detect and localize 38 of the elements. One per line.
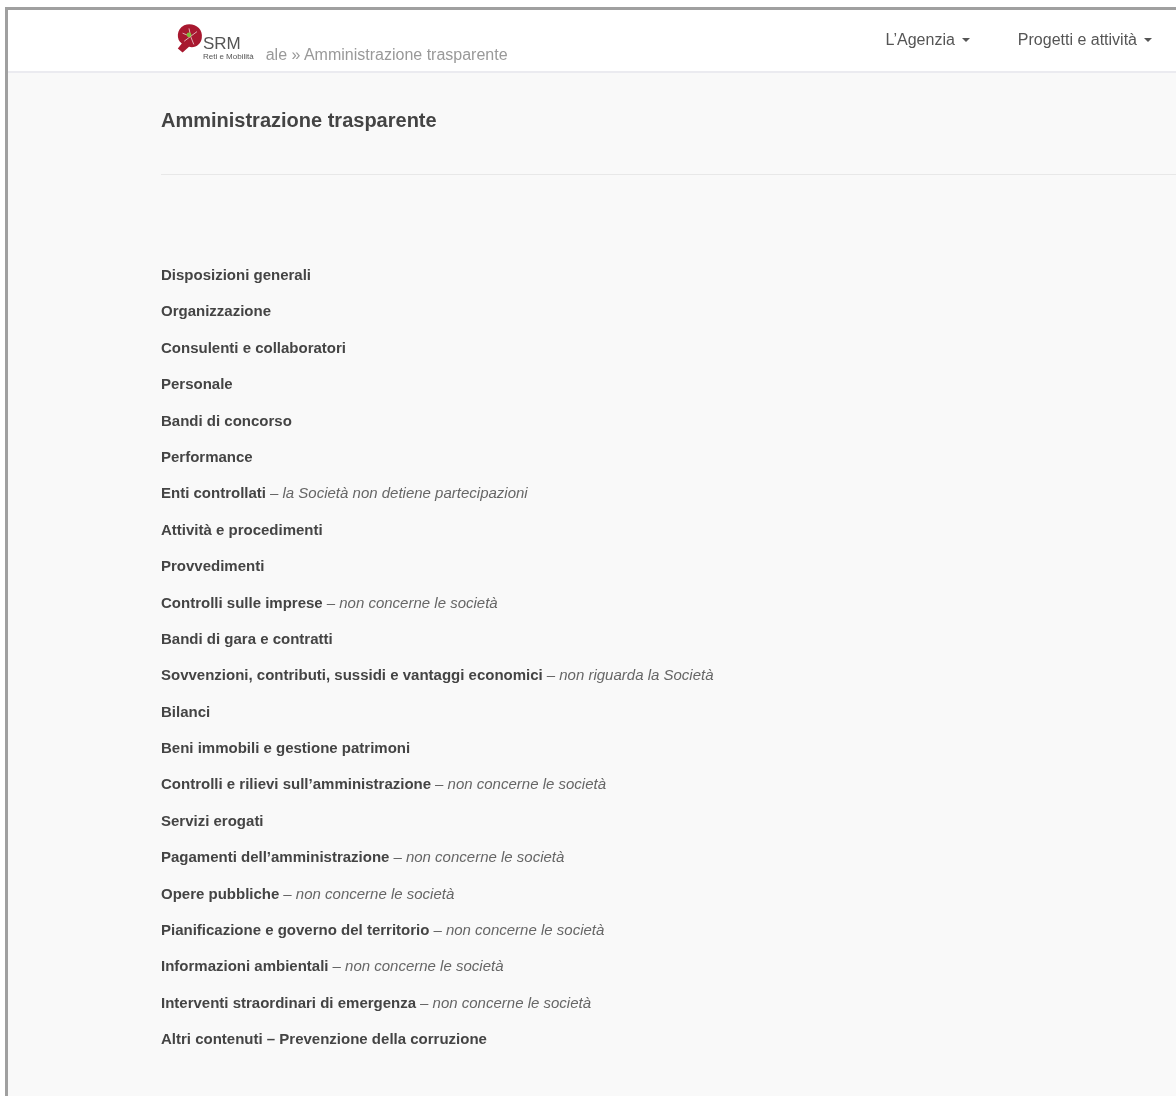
caret-icon: [961, 38, 970, 42]
section-link[interactable]: Consulenti e collaboratori: [161, 338, 347, 356]
section-link[interactable]: Interventi straordinari di emergenza: [161, 993, 417, 1011]
page-title: Amministrazione trasparente: [161, 108, 438, 133]
section-link[interactable]: Personale: [161, 375, 233, 393]
section-note: – non concerne le società: [283, 884, 455, 902]
section-link[interactable]: Pagamenti dell’amministrazione: [161, 848, 390, 866]
section-link[interactable]: Bandi di concorso: [161, 411, 292, 429]
section-link[interactable]: Enti controllati: [161, 484, 266, 502]
section-link[interactable]: Performance: [161, 447, 253, 465]
caret-icon: [1144, 38, 1152, 42]
section-link[interactable]: Opere pubbliche: [161, 884, 280, 902]
nav-menu[interactable]: L’Agenzia: [885, 30, 970, 50]
section-note: – la Società non detiene partecipazioni: [270, 484, 528, 502]
section-link[interactable]: Provvedimenti: [161, 557, 265, 575]
section-note: – non concerne le società: [420, 993, 592, 1011]
section-note: – non concerne le società: [393, 848, 565, 866]
breadcrumb: ale » Amministrazione trasparente: [265, 45, 508, 65]
logo[interactable]: SRM Reti e Mobilità: [173, 20, 254, 61]
section-link[interactable]: Pianificazione e governo del territorio: [161, 921, 430, 939]
section-link[interactable]: Bilanci: [161, 702, 211, 720]
section-link[interactable]: Informazioni ambientali: [161, 957, 329, 975]
section-link[interactable]: Beni immobili e gestione patrimoni: [161, 739, 411, 757]
section-link[interactable]: Altri contenuti – Prevenzione della corruzione: [161, 1030, 487, 1048]
section-note: – non concerne le società: [435, 775, 607, 793]
section-note: – non riguarda la Società: [546, 666, 714, 684]
nav-menu[interactable]: Progetti e attività: [1017, 30, 1152, 50]
section-link[interactable]: Servizi erogati: [161, 811, 264, 829]
section-link[interactable]: Organizzazione: [161, 302, 272, 320]
section-link[interactable]: Disposizioni generali: [161, 266, 312, 283]
section-link[interactable]: Attività e procedimenti: [161, 520, 323, 538]
section-link[interactable]: Controlli sulle imprese: [161, 593, 323, 611]
section-link[interactable]: Bandi di gara e contratti: [161, 629, 333, 647]
section-link[interactable]: Sovvenzioni, contributi, sussidi e vantaggi economici: [161, 666, 543, 684]
section-note: – non concerne le società: [332, 957, 504, 975]
section-link[interactable]: Controlli e rilievi sull’amministrazione: [161, 775, 432, 793]
section-note: – non concerne le società: [433, 921, 605, 939]
section-note: – non concerne le società: [326, 593, 498, 611]
